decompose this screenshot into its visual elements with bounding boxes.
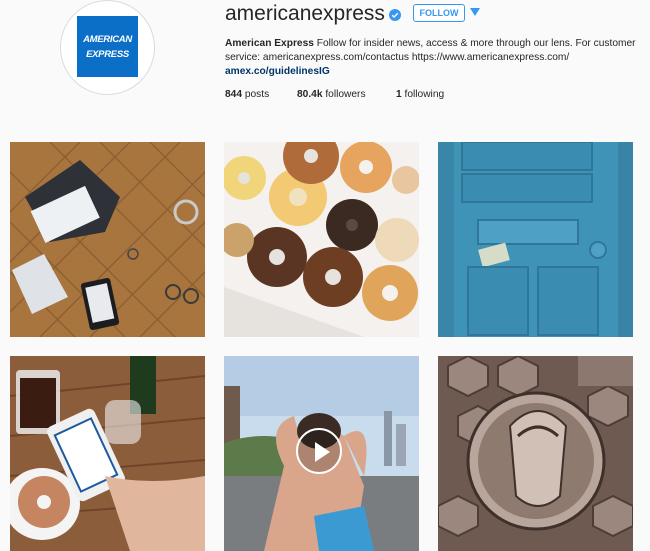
- followers-label: followers: [325, 89, 366, 100]
- logo-line2: EXPRESS: [86, 48, 129, 60]
- followers-count: 80.4k: [297, 89, 323, 100]
- post-image-4: [10, 356, 205, 551]
- profile-full-name: American Express: [225, 38, 314, 49]
- profile-bio-link[interactable]: amex.co/guidelinesIG: [225, 66, 330, 77]
- post-tile-3[interactable]: [438, 142, 633, 337]
- post-image-6: [438, 356, 633, 551]
- post-tile-4[interactable]: [10, 356, 205, 551]
- stat-followers[interactable]: 80.4k followers: [297, 89, 366, 100]
- posts-count: 844: [225, 89, 242, 100]
- posts-label: posts: [244, 89, 270, 100]
- post-image-2: [224, 142, 419, 337]
- logo-line1: AMERICAN: [83, 33, 132, 45]
- following-count: 1: [396, 89, 402, 100]
- profile-username: americanexpress: [225, 2, 385, 25]
- post-image-1: [10, 142, 205, 337]
- profile-avatar[interactable]: AMERICAN EXPRESS: [60, 0, 155, 95]
- profile-bio: American Express Follow for insider news…: [225, 37, 640, 79]
- post-tile-6[interactable]: [438, 356, 633, 551]
- stat-following[interactable]: 1 following: [396, 89, 444, 100]
- post-image-3: [438, 142, 633, 337]
- post-tile-1[interactable]: [10, 142, 205, 337]
- play-video-icon[interactable]: [296, 428, 342, 474]
- amex-logo: AMERICAN EXPRESS: [77, 16, 138, 77]
- stat-posts: 844 posts: [225, 89, 269, 100]
- verified-badge-icon: [389, 9, 401, 21]
- following-label: following: [404, 89, 445, 100]
- follow-button[interactable]: FOLLOW: [413, 4, 465, 22]
- post-tile-2[interactable]: [224, 142, 419, 337]
- more-options-dropdown-icon[interactable]: [470, 8, 480, 16]
- post-tile-5[interactable]: [224, 356, 419, 551]
